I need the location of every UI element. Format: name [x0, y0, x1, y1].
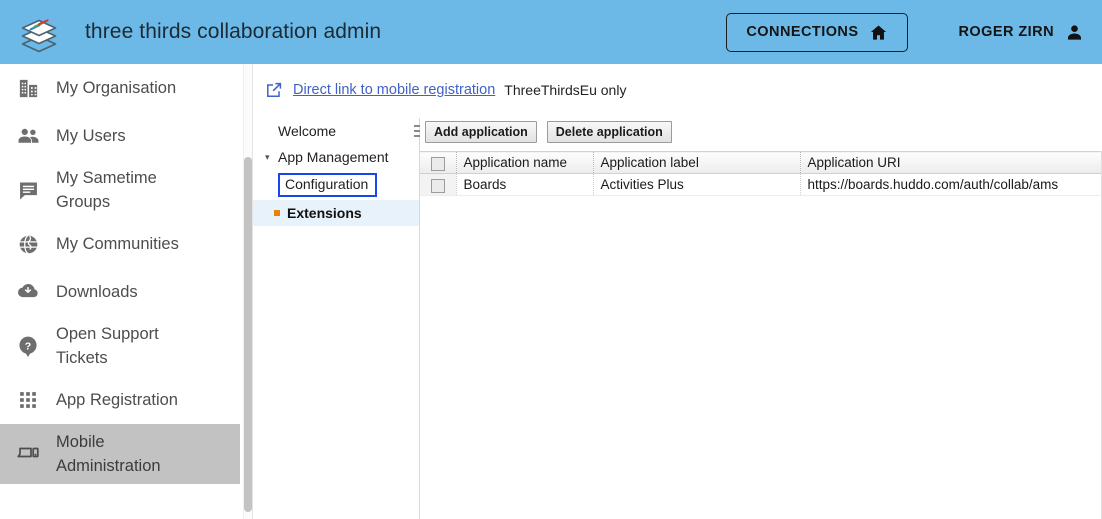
sidebar-item-downloads[interactable]: Downloads: [0, 268, 240, 316]
header-brand: three thirds collaboration admin: [0, 10, 381, 54]
globe-icon: [0, 233, 56, 256]
tree-node-configuration[interactable]: Configuration: [253, 170, 419, 200]
tree-node-label: Configuration: [278, 173, 378, 197]
column-header-application-label[interactable]: Application label: [593, 151, 801, 174]
app-title: three thirds collaboration admin: [85, 20, 382, 43]
cell-application-label: Activities Plus: [593, 173, 801, 196]
tree-node-app-management[interactable]: ▾ App Management: [253, 144, 419, 170]
svg-text:?: ?: [25, 340, 31, 352]
apps-grid-icon: [0, 389, 56, 411]
cell-application-uri: https://boards.huddo.com/auth/collab/ams: [800, 173, 1102, 196]
select-all-header-cell: [420, 151, 457, 174]
cell-application-name: Boards: [456, 173, 594, 196]
devices-icon: [0, 441, 56, 467]
application-pane: Add application Delete application Appli…: [420, 118, 1102, 519]
sidebar-item-open-support-tickets[interactable]: ? Open Support Tickets: [0, 316, 240, 376]
tree-node-welcome[interactable]: Welcome: [253, 118, 419, 144]
tree-node-label: Extensions: [287, 205, 362, 221]
building-icon: [0, 77, 56, 100]
app-header: three thirds collaboration admin CONNECT…: [0, 0, 1102, 64]
table-body: Boards Activities Plus https://boards.hu…: [420, 173, 1102, 196]
table-header-row: Application name Application label Appli…: [420, 151, 1102, 174]
external-link-icon: [265, 81, 283, 99]
direct-link-row: Direct link to mobile registration Three…: [265, 81, 626, 99]
sidebar-item-label: Open Support Tickets: [56, 325, 159, 367]
chevron-down-icon[interactable]: ▾: [265, 152, 278, 162]
connections-button[interactable]: CONNECTIONS: [726, 12, 909, 52]
applications-table: Application name Application label Appli…: [420, 151, 1102, 196]
table-header: Application name Application label Appli…: [420, 151, 1102, 174]
bullet-icon: [274, 210, 280, 216]
user-name: ROGER ZIRN: [958, 24, 1054, 40]
direct-link-to-mobile-registration[interactable]: Direct link to mobile registration: [293, 82, 495, 98]
sidebar-item-label: App Registration: [56, 391, 178, 409]
user-menu[interactable]: ROGER ZIRN: [958, 23, 1084, 42]
stacked-layers-logo: [17, 10, 61, 54]
applications-toolbar: Add application Delete application: [425, 121, 672, 143]
people-icon: [0, 124, 56, 149]
chat-bubble-icon: [0, 179, 56, 202]
person-icon: [1065, 23, 1084, 42]
admin-page: three thirds collaboration admin CONNECT…: [0, 0, 1102, 519]
connections-button-label: CONNECTIONS: [746, 24, 859, 40]
column-header-application-name[interactable]: Application name: [456, 151, 594, 174]
sidebar-item-label: My Users: [56, 127, 126, 145]
sidebar-item-label: My Organisation: [56, 79, 177, 97]
sidebar-item-my-sametime-groups[interactable]: My Sametime Groups: [0, 160, 240, 220]
delete-application-button[interactable]: Delete application: [546, 121, 672, 143]
row-select-cell: [420, 173, 457, 196]
navigation-tree[interactable]: Welcome ▾ App Management Configuration E…: [253, 118, 419, 519]
add-application-button[interactable]: Add application: [425, 121, 537, 143]
tree-node-label: App Management: [278, 149, 389, 165]
table-row[interactable]: Boards Activities Plus https://boards.hu…: [420, 173, 1102, 196]
tree-node-label: Welcome: [278, 123, 337, 139]
row-checkbox[interactable]: [430, 179, 445, 193]
sidebar-item-my-users[interactable]: My Users: [0, 112, 240, 160]
sidebar-item-label: Downloads: [56, 283, 138, 301]
home-icon: [869, 23, 888, 42]
sidebar-item-label: My Communities: [56, 235, 179, 253]
cloud-download-icon: [0, 280, 56, 304]
column-header-application-uri[interactable]: Application URI: [800, 151, 1102, 174]
main-content: Direct link to mobile registration Three…: [253, 64, 1102, 519]
sidebar-item-my-communities[interactable]: My Communities: [0, 220, 240, 268]
sidebar-item-mobile-administration[interactable]: Mobile Administration: [0, 424, 240, 484]
left-sidebar[interactable]: My Organisation My Users My Sametime Gro…: [0, 64, 240, 519]
direct-link-note: ThreeThirdsEu only: [504, 82, 627, 98]
select-all-checkbox[interactable]: [430, 157, 445, 171]
sidebar-item-app-registration[interactable]: App Registration: [0, 376, 240, 424]
sidebar-item-label: Mobile Administration: [56, 433, 161, 475]
sidebar-scrollbar-thumb[interactable]: [244, 157, 252, 512]
tree-node-extensions[interactable]: Extensions: [253, 200, 419, 226]
sidebar-item-label: My Sametime Groups: [56, 169, 157, 211]
sidebar-item-my-organisation[interactable]: My Organisation: [0, 64, 240, 112]
help-question-icon: ?: [0, 334, 56, 358]
